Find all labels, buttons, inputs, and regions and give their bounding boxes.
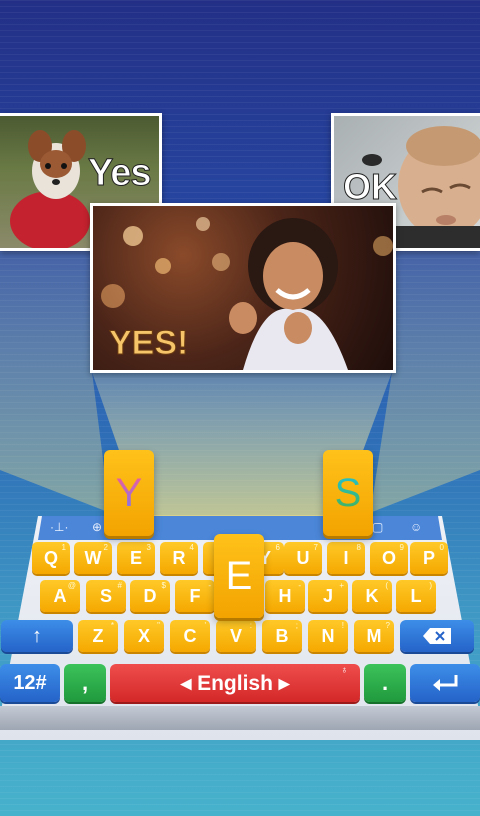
key-label: P <box>422 547 435 568</box>
dog-caption: Yes <box>88 152 153 195</box>
key-z[interactable]: Z * <box>78 620 118 652</box>
comma-key[interactable]: , <box>64 664 106 702</box>
gif-girl-yes[interactable]: YES! <box>90 203 396 373</box>
key-label: E <box>129 547 142 568</box>
key-h[interactable]: H- <box>265 580 305 612</box>
key-u[interactable]: U7 <box>284 542 322 574</box>
key-secondary-label: 7 <box>313 543 318 552</box>
space-key[interactable]: ◂ English ▸ ♁ <box>110 664 360 702</box>
key-label: V <box>229 625 242 646</box>
key-label: A <box>53 585 67 606</box>
key-label: X <box>137 625 150 646</box>
key-label: L <box>410 585 422 606</box>
key-secondary-label: ; <box>295 621 298 630</box>
key-q[interactable]: Q1 <box>32 542 70 574</box>
key-secondary-label: ( <box>385 581 388 590</box>
emoji-icon[interactable]: ☺ <box>410 520 422 534</box>
key-p[interactable]: P0 <box>410 542 448 574</box>
key-l[interactable]: L) <box>396 580 436 612</box>
key-secondary-label: $ <box>161 581 166 590</box>
baby-caption: OK <box>343 166 398 208</box>
key-secondary-label: ' <box>204 621 206 630</box>
key-m[interactable]: M? <box>354 620 394 652</box>
shift-key[interactable]: ↑ <box>1 620 73 652</box>
key-label: Z <box>92 625 104 646</box>
numbers-key[interactable]: 12# <box>0 664 60 702</box>
key-secondary-label: 0 <box>439 543 444 552</box>
key-label: N <box>321 625 335 646</box>
key-s[interactable]: S # <box>86 580 126 612</box>
key-secondary-label: 8 <box>356 543 361 552</box>
key-c[interactable]: C ' <box>170 620 210 652</box>
key-secondary-label: ! <box>341 621 344 630</box>
mic-icon: ♁ <box>340 665 349 676</box>
key-r[interactable]: R4 <box>160 542 198 574</box>
globe-icon[interactable]: ⊕ <box>92 520 102 534</box>
popup-key-s: S <box>323 450 373 536</box>
key-secondary-label: 2 <box>103 543 108 552</box>
key-o[interactable]: O9 <box>370 542 408 574</box>
key-label: J <box>322 585 333 606</box>
key-label: H <box>278 585 292 606</box>
key-d[interactable]: D $ <box>130 580 170 612</box>
key-label: W <box>84 547 102 568</box>
keyboard-base <box>0 706 480 730</box>
key-label: B <box>275 625 289 646</box>
key-x[interactable]: X " <box>124 620 164 652</box>
key-v[interactable]: V: <box>216 620 256 652</box>
key-secondary-label: @ <box>67 581 76 590</box>
key-label: U <box>296 547 310 568</box>
backspace-icon <box>423 628 451 644</box>
period-key[interactable]: . <box>364 664 406 702</box>
key-label: S <box>99 585 112 606</box>
language-label: ◂ English ▸ <box>180 671 290 695</box>
key-secondary-label: 9 <box>399 543 404 552</box>
enter-key[interactable] <box>410 664 480 702</box>
popup-letter-y: Y <box>115 470 143 515</box>
key-b[interactable]: B; <box>262 620 302 652</box>
popup-letter-e: E <box>225 553 253 598</box>
key-secondary-label: ) <box>429 581 432 590</box>
popup-letter-s: S <box>334 470 362 515</box>
popup-key-e: E <box>214 534 264 618</box>
key-label: I <box>343 547 349 568</box>
key-label: F <box>189 585 201 606</box>
key-w[interactable]: W2 <box>74 542 112 574</box>
backspace-key[interactable] <box>400 620 474 652</box>
key-label: D <box>143 585 157 606</box>
key-secondary-label: 1 <box>61 543 66 552</box>
key-j[interactable]: J + <box>308 580 348 612</box>
key-secondary-label: 4 <box>189 543 194 552</box>
key-i[interactable]: I8 <box>327 542 365 574</box>
key-secondary-label: # <box>117 581 122 590</box>
key-secondary-label: - <box>208 581 211 590</box>
popup-key-y: Y <box>104 450 154 536</box>
key-secondary-label: - <box>298 581 301 590</box>
key-f[interactable]: F- <box>175 580 215 612</box>
key-label: R <box>172 547 186 568</box>
key-secondary-label: + <box>339 581 344 590</box>
up-arrow-icon: ↑ <box>32 624 42 647</box>
key-label: O <box>381 547 396 568</box>
settings-icon[interactable]: ·⊥· <box>50 520 68 534</box>
key-label: C <box>183 625 197 646</box>
key-n[interactable]: N! <box>308 620 348 652</box>
key-secondary-label: * <box>110 621 114 630</box>
key-secondary-label: " <box>157 621 160 630</box>
key-a[interactable]: A @ <box>40 580 80 612</box>
key-secondary-label: 3 <box>146 543 151 552</box>
key-k[interactable]: K( <box>352 580 392 612</box>
girl-caption: YES! <box>108 324 189 363</box>
key-secondary-label: : <box>249 621 252 630</box>
key-label: M <box>366 625 382 646</box>
key-secondary-label: 6 <box>275 543 280 552</box>
key-label: Q <box>43 547 58 568</box>
key-label: K <box>365 585 379 606</box>
key-e[interactable]: E3 <box>117 542 155 574</box>
key-secondary-label: ? <box>385 621 390 630</box>
enter-icon <box>433 675 458 691</box>
edit-icon[interactable]: ▢ <box>372 520 383 534</box>
